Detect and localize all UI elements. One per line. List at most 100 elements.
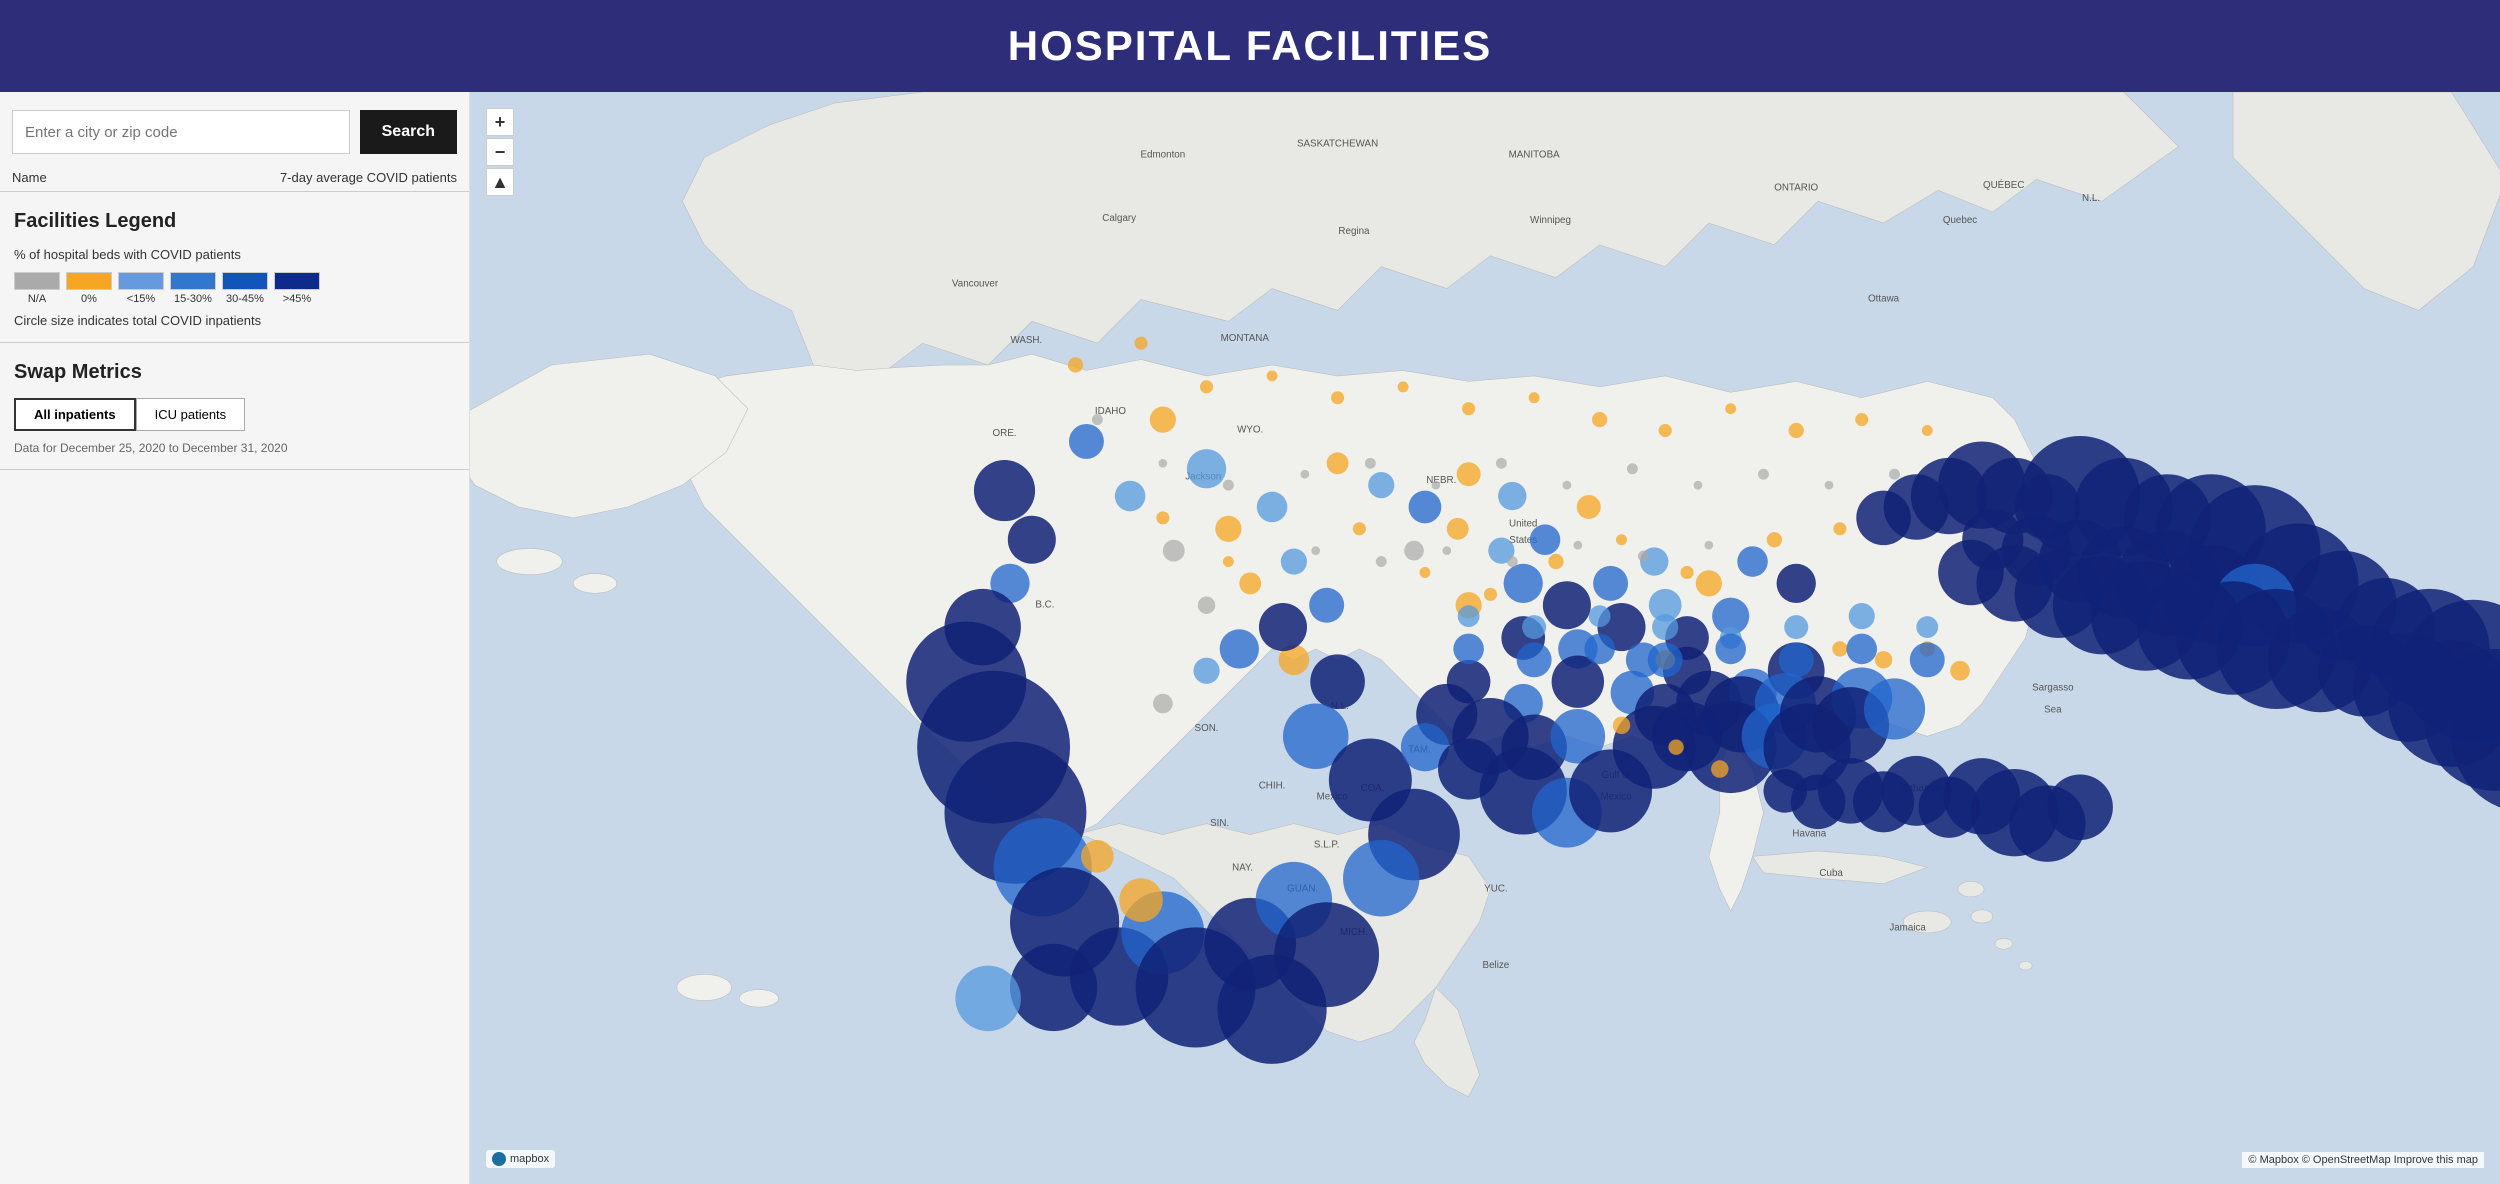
bubble[interactable] [1715,634,1746,665]
bubble[interactable] [974,460,1035,521]
bubble[interactable] [1008,516,1056,564]
bubble[interactable] [1777,564,1816,603]
bubble[interactable] [1789,423,1804,438]
bubble[interactable] [1507,556,1518,567]
bubble[interactable] [1092,414,1103,425]
bubble[interactable] [1438,738,1499,799]
bubble[interactable] [1223,556,1234,567]
bubble[interactable] [1404,541,1424,561]
bubble[interactable] [1163,540,1185,562]
bubble[interactable] [1409,491,1442,524]
bubble[interactable] [1442,546,1451,555]
bubble[interactable] [1150,406,1176,432]
bubble[interactable] [1458,605,1480,627]
bubble[interactable] [1220,629,1259,668]
bubble[interactable] [1484,588,1497,601]
bubble[interactable] [1627,463,1638,474]
bubble[interactable] [1281,548,1307,574]
bubble[interactable] [1652,614,1678,640]
bubble[interactable] [1694,481,1703,490]
map-attribution[interactable]: © Mapbox © OpenStreetMap Improve this ma… [2242,1152,2484,1168]
bubble[interactable] [1187,449,1226,488]
bubble[interactable] [1864,678,1925,739]
bubble[interactable] [1725,403,1736,414]
bubble[interactable] [1613,717,1630,734]
bubble[interactable] [1153,694,1173,714]
bubble[interactable] [1257,492,1288,523]
zoom-out-button[interactable]: − [486,138,514,166]
bubble[interactable] [1638,551,1649,562]
bubble[interactable] [1158,459,1167,468]
bubble[interactable] [1616,534,1627,545]
bubble[interactable] [1309,588,1344,623]
map-container[interactable]: Edmonton SASKATCHEWAN MANITOBA Calgary R… [470,92,2500,1184]
bubble[interactable] [1504,564,1543,603]
bubble[interactable] [1353,522,1366,535]
bubble[interactable] [1737,546,1768,577]
bubble[interactable] [1648,642,1683,677]
bubble[interactable] [1910,642,1945,677]
bubble[interactable] [1832,641,1847,656]
search-input[interactable] [12,110,350,154]
bubble[interactable] [1950,661,1970,681]
bubble[interactable] [1593,566,1628,601]
bubble[interactable] [1115,481,1146,512]
bubble[interactable] [1668,740,1683,755]
bubble[interactable] [1767,532,1782,547]
bubble[interactable] [1119,878,1163,922]
bubble[interactable] [1259,603,1307,651]
bubble[interactable] [1589,605,1611,627]
bubble[interactable] [1849,603,1875,629]
bubble[interactable] [1573,541,1582,550]
bubble[interactable] [1784,615,1808,639]
bubble[interactable] [1704,541,1713,550]
bubble[interactable] [1267,370,1278,381]
bubble[interactable] [1327,452,1349,474]
bubble[interactable] [1215,516,1241,542]
bubble[interactable] [1543,581,1591,629]
bubble[interactable] [1916,616,1938,638]
bubble[interactable] [1659,424,1672,437]
bubble[interactable] [1457,462,1481,486]
bubble[interactable] [1758,469,1769,480]
bubble[interactable] [1763,769,1807,813]
bubble[interactable] [1530,524,1561,555]
bubble[interactable] [1134,337,1147,350]
bubble[interactable] [1368,472,1394,498]
bubble[interactable] [1584,634,1615,665]
bubble[interactable] [1889,469,1900,480]
bubble[interactable] [1069,424,1104,459]
bubble[interactable] [1462,402,1475,415]
bubble[interactable] [1825,481,1834,490]
zoom-in-button[interactable]: + [486,108,514,136]
bubble[interactable] [1875,651,1892,668]
bubble[interactable] [1365,458,1376,469]
bubble[interactable] [1498,482,1526,510]
bubble[interactable] [1376,556,1387,567]
bubble[interactable] [1419,567,1430,578]
bubble[interactable] [1198,597,1215,614]
bubble[interactable] [1343,840,1419,916]
bubble[interactable] [1081,840,1114,873]
bubble[interactable] [1855,413,1868,426]
bubble[interactable] [1447,518,1469,540]
bubble[interactable] [1311,546,1320,555]
bubble[interactable] [1431,481,1440,490]
bubble[interactable] [1522,615,1546,639]
bubble[interactable] [1517,642,1552,677]
bubble[interactable] [1239,572,1261,594]
bubble[interactable] [955,966,1021,1032]
bubble[interactable] [1223,480,1234,491]
bubble[interactable] [1331,391,1344,404]
bubble[interactable] [1193,658,1219,684]
bubble[interactable] [1300,470,1309,479]
bubble[interactable] [1846,634,1877,665]
bubble[interactable] [1577,495,1601,519]
search-button[interactable]: Search [360,110,457,154]
bubble[interactable] [1922,425,1933,436]
bubble[interactable] [1496,458,1507,469]
bubble[interactable] [1068,357,1083,372]
bubble[interactable] [2047,775,2113,841]
bubble[interactable] [1696,570,1722,596]
bubble[interactable] [1398,381,1409,392]
